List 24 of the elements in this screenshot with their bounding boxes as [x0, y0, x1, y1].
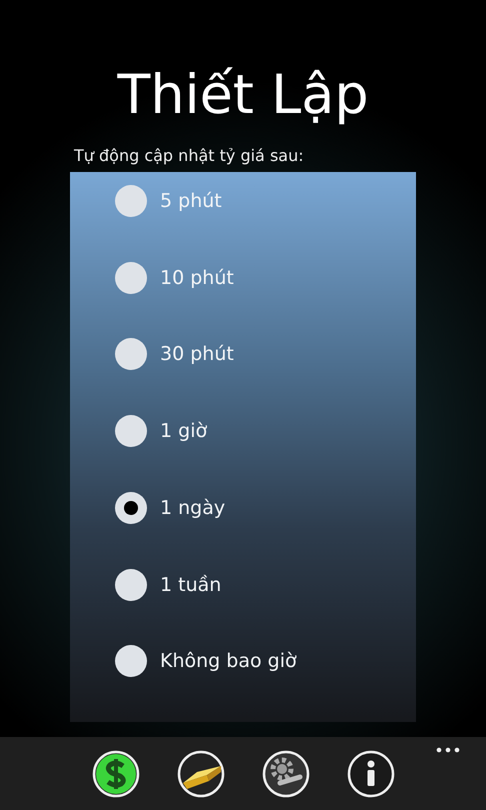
ingot-button[interactable]	[177, 750, 225, 798]
info-button[interactable]	[347, 750, 395, 798]
info-icon	[347, 750, 395, 798]
radio-option[interactable]: Không bao giờ	[70, 645, 416, 722]
radio-option[interactable]: 30 phút	[70, 338, 416, 416]
ingot-icon	[177, 750, 225, 798]
radio-button[interactable]	[115, 262, 147, 294]
radio-option[interactable]: 10 phút	[70, 262, 416, 338]
prompt-label: Tự động cập nhật tỷ giá sau:	[74, 146, 304, 165]
radio-button[interactable]	[115, 645, 147, 678]
gear-icon	[262, 750, 310, 798]
settings-button[interactable]	[262, 750, 310, 798]
more-icon[interactable]	[436, 747, 460, 753]
radio-button[interactable]	[115, 492, 147, 524]
dollar-icon	[92, 750, 140, 798]
page-title: Thiết Lập	[117, 62, 369, 128]
radio-button[interactable]	[115, 568, 147, 601]
radio-button[interactable]	[115, 415, 147, 448]
radio-button[interactable]	[115, 338, 147, 370]
radio-option[interactable]: 1 ngày	[70, 492, 416, 569]
radio-button[interactable]	[115, 185, 147, 217]
dollar-button[interactable]	[92, 750, 140, 798]
radio-option[interactable]: 1 giờ	[70, 415, 416, 492]
radio-option[interactable]: 1 tuần	[70, 568, 416, 646]
